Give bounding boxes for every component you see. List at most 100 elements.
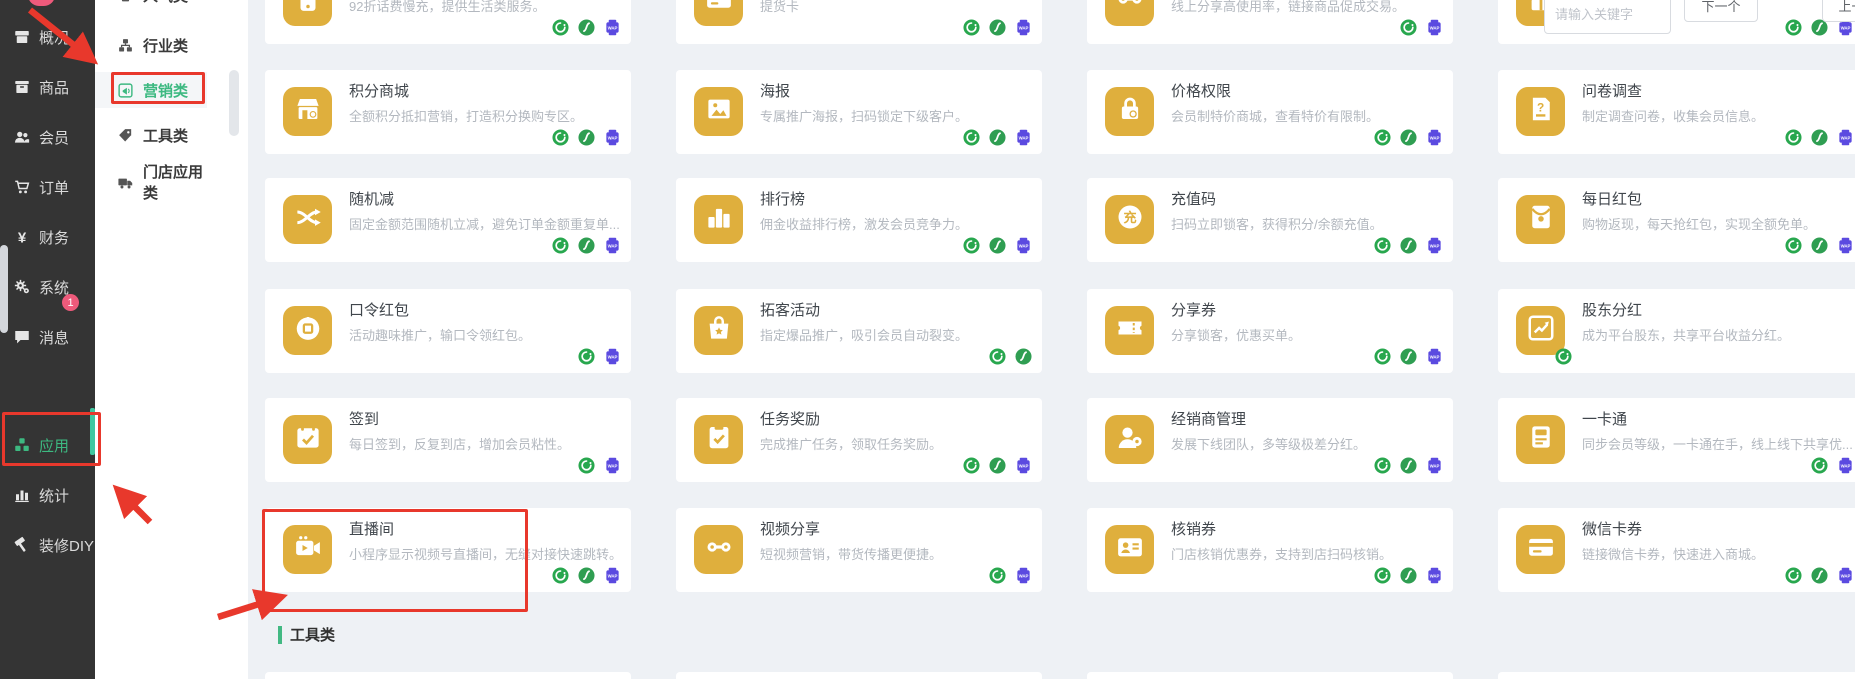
miniapp-platform-icon[interactable] — [578, 348, 595, 365]
h5-platform-icon[interactable] — [1015, 348, 1032, 365]
app-card[interactable]: 口令红包活动趣味推广，输口令领红包。WAP — [265, 289, 631, 373]
sidebar-item-2[interactable]: 商品 — [0, 62, 95, 112]
miniapp-platform-icon[interactable] — [1374, 567, 1391, 584]
miniapp-platform-icon[interactable] — [963, 19, 980, 36]
app-card[interactable]: 提货卡WAP — [676, 0, 1042, 44]
miniapp-platform-icon[interactable] — [578, 457, 595, 474]
wap-platform-icon[interactable]: WAP — [1015, 237, 1032, 254]
wap-platform-icon[interactable]: WAP — [1426, 457, 1443, 474]
app-card[interactable]: 拓客活动指定爆品推广，吸引会员自动裂变。 — [676, 289, 1042, 373]
app-card[interactable]: 任务奖励完成推广任务，领取任务奖励。WAP — [676, 398, 1042, 482]
app-card[interactable]: 核销券门店核销优惠券，支持到店扫码核销。WAP — [1087, 508, 1453, 592]
wap-platform-icon[interactable]: WAP — [1015, 457, 1032, 474]
miniapp-platform-icon[interactable] — [1785, 129, 1802, 146]
app-card-partial[interactable] — [1087, 672, 1453, 679]
search-input[interactable] — [1544, 0, 1671, 34]
miniapp-platform-icon[interactable] — [1400, 19, 1417, 36]
miniapp-platform-icon[interactable] — [1374, 237, 1391, 254]
miniapp-platform-icon[interactable] — [989, 348, 1006, 365]
miniapp-platform-icon[interactable] — [1785, 237, 1802, 254]
sidebar-item-9[interactable]: 统计 — [0, 470, 95, 520]
h5-platform-icon[interactable] — [1400, 237, 1417, 254]
h5-platform-icon[interactable] — [1400, 348, 1417, 365]
app-card[interactable]: 排行榜佣金收益排行榜，激发会员竞争力。WAP — [676, 178, 1042, 262]
app-card[interactable]: ?问卷调查制定调查问卷，收集会员信息。WAP — [1498, 70, 1855, 154]
miniapp-platform-icon[interactable] — [552, 129, 569, 146]
miniapp-platform-icon[interactable] — [552, 237, 569, 254]
wap-platform-icon[interactable]: WAP — [1015, 19, 1032, 36]
category-item-5[interactable]: 门店应用类 — [95, 159, 207, 205]
app-card[interactable]: 直播间小程序显示视频号直播间，无缝对接快速跳转。WAP — [265, 508, 631, 592]
wap-platform-icon[interactable]: WAP — [604, 348, 621, 365]
wap-platform-icon[interactable]: WAP — [1015, 567, 1032, 584]
app-card-partial[interactable] — [265, 672, 631, 679]
wap-platform-icon[interactable]: WAP — [1015, 129, 1032, 146]
app-card[interactable]: 股东分红成为平台股东，共享平台收益分红。 — [1498, 289, 1855, 373]
h5-platform-icon[interactable] — [1400, 567, 1417, 584]
miniapp-platform-icon[interactable] — [1811, 457, 1828, 474]
sidebar-item-6[interactable]: 系统 — [0, 262, 95, 312]
h5-platform-icon[interactable] — [989, 129, 1006, 146]
category-item-4[interactable]: 工具类 — [95, 112, 207, 158]
miniapp-platform-icon[interactable] — [1374, 457, 1391, 474]
miniapp-platform-icon[interactable] — [963, 457, 980, 474]
miniapp-platform-icon[interactable] — [1374, 348, 1391, 365]
wap-platform-icon[interactable]: WAP — [1426, 567, 1443, 584]
h5-platform-icon[interactable] — [578, 129, 595, 146]
wap-platform-icon[interactable]: WAP — [1426, 237, 1443, 254]
h5-platform-icon[interactable] — [989, 237, 1006, 254]
miniapp-platform-icon[interactable] — [1374, 129, 1391, 146]
sidebar-item-4[interactable]: 订单 — [0, 162, 95, 212]
category-item-1[interactable]: 人气类 — [95, 0, 207, 18]
h5-platform-icon[interactable] — [1811, 567, 1828, 584]
sidebar-item-8[interactable]: 应用 — [0, 420, 95, 470]
app-card[interactable]: 海报专属推广海报，扫码锁定下级客户。WAP — [676, 70, 1042, 154]
wap-platform-icon[interactable]: WAP — [1426, 19, 1443, 36]
category-item-3[interactable]: 营销类 — [95, 72, 207, 108]
h5-platform-icon[interactable] — [989, 19, 1006, 36]
wap-platform-icon[interactable]: WAP — [1426, 348, 1443, 365]
miniapp-platform-icon[interactable] — [1785, 19, 1802, 36]
wap-platform-icon[interactable]: WAP — [604, 129, 621, 146]
category-item-2[interactable]: 行业类 — [95, 22, 207, 68]
h5-platform-icon[interactable] — [1400, 129, 1417, 146]
miniapp-platform-icon[interactable] — [1555, 348, 1572, 365]
page-scrollbar-thumb[interactable] — [0, 245, 8, 333]
h5-platform-icon[interactable] — [578, 19, 595, 36]
app-card[interactable]: 分享券分享锁客，优惠买单。WAP — [1087, 289, 1453, 373]
wap-platform-icon[interactable]: WAP — [604, 457, 621, 474]
sidebar-item-7[interactable]: 消息1 — [0, 312, 95, 362]
wap-platform-icon[interactable]: WAP — [604, 237, 621, 254]
sidebar-scrollbar-thumb[interactable] — [229, 70, 239, 136]
wap-platform-icon[interactable]: WAP — [1837, 237, 1854, 254]
wap-platform-icon[interactable]: WAP — [604, 19, 621, 36]
h5-platform-icon[interactable] — [578, 237, 595, 254]
app-card[interactable]: 微信卡券链接微信卡券，快速进入商城。WAP — [1498, 508, 1855, 592]
sidebar-item-5[interactable]: ¥财务 — [0, 212, 95, 262]
app-card[interactable]: 充充值码扫码立即锁客，获得积分/余额充值。WAP — [1087, 178, 1453, 262]
sidebar-item-1[interactable]: 概况 — [0, 12, 95, 62]
app-card[interactable]: 92折话费慢充，提供生活类服务。WAP — [265, 0, 631, 44]
h5-platform-icon[interactable] — [1811, 129, 1828, 146]
app-card[interactable]: 随机减固定金额范围随机立减，避免订单金额重复单...WAP — [265, 178, 631, 262]
wap-platform-icon[interactable]: WAP — [1837, 457, 1854, 474]
app-card[interactable]: 签到每日签到，反复到店，增加会员粘性。WAP — [265, 398, 631, 482]
miniapp-platform-icon[interactable] — [989, 567, 1006, 584]
wap-platform-icon[interactable]: WAP — [1837, 567, 1854, 584]
wap-platform-icon[interactable]: WAP — [1837, 129, 1854, 146]
app-card[interactable]: 视频分享短视频营销，带货传播更便捷。WAP — [676, 508, 1042, 592]
miniapp-platform-icon[interactable] — [552, 19, 569, 36]
h5-platform-icon[interactable] — [578, 567, 595, 584]
miniapp-platform-icon[interactable] — [963, 237, 980, 254]
app-card-partial[interactable] — [676, 672, 1042, 679]
wap-platform-icon[interactable]: WAP — [604, 567, 621, 584]
h5-platform-icon[interactable] — [989, 457, 1006, 474]
app-card[interactable]: 每日红包购物返现，每天抢红包，实现全额免单。WAP — [1498, 178, 1855, 262]
wap-platform-icon[interactable]: WAP — [1426, 129, 1443, 146]
miniapp-platform-icon[interactable] — [963, 129, 980, 146]
miniapp-platform-icon[interactable] — [1785, 567, 1802, 584]
app-card[interactable]: 一卡通同步会员等级，一卡通在手，线上线下共享优...WAP — [1498, 398, 1855, 482]
find-prev-button[interactable]: 上一个 — [1822, 0, 1855, 22]
h5-platform-icon[interactable] — [1400, 457, 1417, 474]
app-card-partial[interactable] — [1498, 672, 1855, 679]
